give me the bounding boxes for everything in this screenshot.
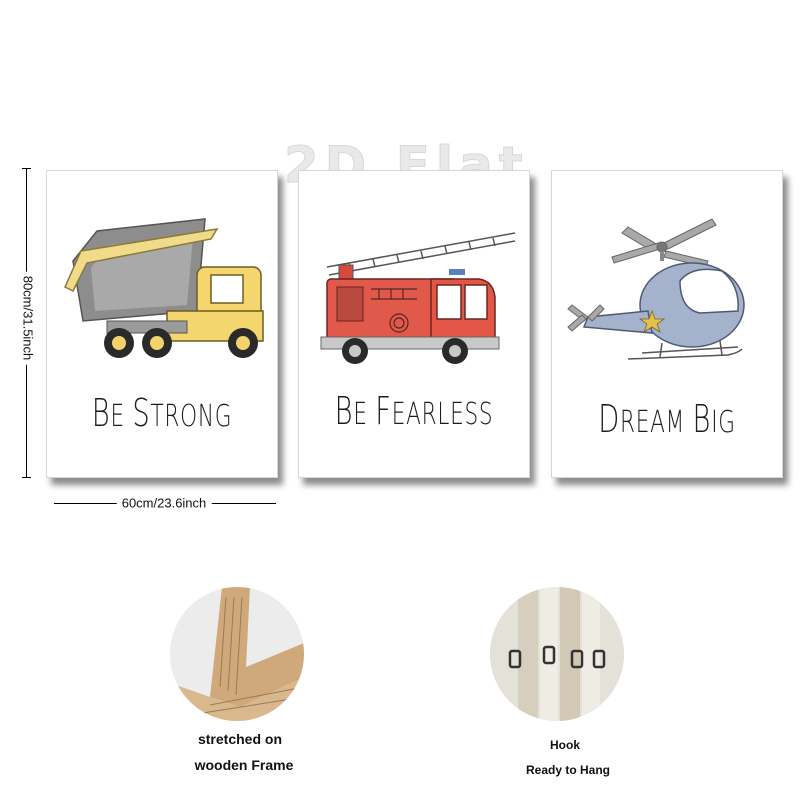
- height-dimension-tick-bottom: [22, 477, 31, 478]
- hook-icon: [490, 587, 624, 721]
- hook-label: Hook: [550, 738, 580, 752]
- caption-be-fearless: BE FEARLESS: [334, 389, 494, 433]
- caption-be-strong: BE STRONG: [91, 391, 233, 435]
- ready-to-hang-label: Ready to Hang: [525, 763, 610, 777]
- hanging-hooks-detail-image: [490, 587, 624, 721]
- wooden-frame-detail-image: [170, 587, 304, 721]
- poster-dream-big: DREAM BIG: [551, 170, 783, 478]
- poster-be-fearless: BE FEARLESS: [298, 170, 530, 478]
- frame-label-line1: stretched on: [197, 731, 282, 747]
- width-dimension-label: 60cm/23.6inch: [116, 495, 212, 511]
- height-dimension-tick-top: [22, 168, 31, 169]
- poster-be-strong: BE STRONG: [46, 170, 278, 478]
- frame-label-line2: wooden Frame: [194, 757, 294, 773]
- height-dimension-label: 80cm/31.5inch: [18, 271, 38, 365]
- wooden-frame-corner-icon: [170, 587, 304, 721]
- caption-dream-big: DREAM BIG: [598, 397, 736, 441]
